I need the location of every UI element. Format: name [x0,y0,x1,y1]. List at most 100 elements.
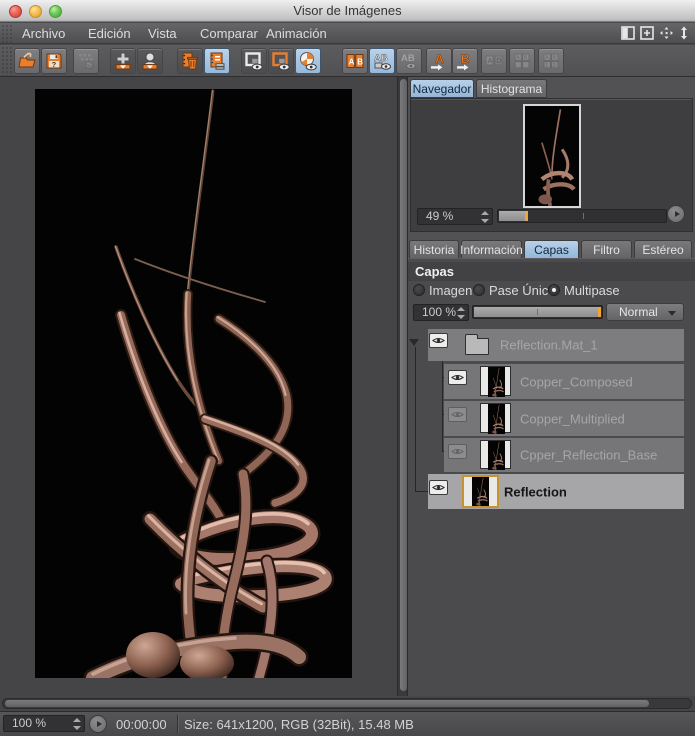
zoom-spinner[interactable] [481,211,489,223]
pie-eye-icon [300,52,317,71]
tab-historia[interactable]: Historia [409,240,459,259]
navigator-zoom-slider[interactable] [497,209,667,223]
layer-row-cpper-reflection-base[interactable]: Cpper_Reflection_Base [444,438,684,472]
layer-row-copper-multiplied[interactable]: Copper_Multiplied [444,401,684,436]
rendered-image [35,89,352,678]
opacity-spinner[interactable] [457,307,465,319]
set-as-b-button[interactable]: B [452,48,478,74]
split-view-icon[interactable] [621,26,636,40]
layer-row-reflection-selected[interactable]: Reflection [428,474,684,509]
layer-visibility-toggle[interactable] [448,370,467,385]
radio-imagen-label: Imagen [429,283,473,298]
layer-thumbnail [480,366,511,396]
blend-mode-dropdown[interactable]: Normal [606,303,684,321]
radio-pase-unico[interactable] [473,284,485,296]
titlebar: Visor de Imágenes [0,0,695,22]
set-as-a-button[interactable]: A [426,48,452,74]
statusbar: 100 % 00:00:00 Size: 641x1200, RGB (32Bi… [0,711,695,736]
svg-text:A: A [487,58,492,65]
navigator-zoom-field[interactable]: 49 % [417,208,493,225]
move-result-down-button[interactable] [110,48,136,74]
compare-ab-alt-button: AB [396,48,422,74]
layer-row-copper-composed[interactable]: Copper_Composed [444,364,684,399]
horizontal-scrollbar[interactable] [0,696,695,711]
radio-imagen[interactable] [413,284,425,296]
svg-text:?: ? [52,60,57,69]
show-frame-white-button[interactable] [241,48,267,74]
eye-icon [451,448,464,455]
scale-vertical-icon[interactable] [678,26,690,40]
numbered-ab-icon: A B 1 2 [543,53,559,69]
window-title: Visor de Imágenes [293,3,402,18]
ab-eye-icon: AB [374,53,391,70]
navigator-options-button[interactable] [667,205,685,223]
menu-vista[interactable]: Vista [148,26,177,41]
svg-text:AB: AB [374,53,388,64]
menu-comparar[interactable]: Comparar [200,26,258,41]
move-user-down-button[interactable] [137,48,163,74]
statusbar-play-button[interactable] [89,715,107,733]
layer-opacity-slider[interactable] [472,305,603,319]
cross-down-icon [115,52,131,70]
show-frame-orange-button[interactable] [268,48,294,74]
statusbar-image-info: Size: 641x1200, RGB (32Bit), 15.48 MB [184,717,414,732]
eye-icon [432,484,445,491]
radio-multipase[interactable] [548,284,560,296]
opacity-slider-handle[interactable] [598,307,601,317]
frame-eye-orange-icon [272,52,290,71]
menubar-grip[interactable] [0,23,13,43]
save-image-button[interactable]: ? [41,48,67,74]
tab-capas[interactable]: Capas [524,240,579,259]
layer-visibility-toggle[interactable] [448,444,467,459]
show-pie-button[interactable] [295,48,321,74]
horizontal-scrollbar-thumb[interactable] [5,700,649,707]
open-image-button[interactable] [14,48,40,74]
image-viewport[interactable] [0,77,397,696]
slider-handle[interactable] [525,211,528,221]
tab-navegador[interactable]: Navegador [410,79,474,98]
expand-triangle-icon[interactable] [409,339,419,346]
layers-panel: Capas Imagen Pase Único Multipase 100 % … [408,258,695,696]
vertical-scrollbar-thumb[interactable] [399,79,407,691]
compare-ab-view-button[interactable]: AB [369,48,395,74]
svg-text:2: 2 [553,63,556,69]
statusbar-zoom-spinner[interactable] [73,718,81,730]
layer-visibility-toggle[interactable] [429,480,448,495]
menu-archivo[interactable]: Archivo [22,26,65,41]
toolbar: ? x2 A B AB AB A B A D A B A B 1 2 [0,45,695,77]
move-icon[interactable] [659,26,674,40]
vertical-scrollbar[interactable] [397,77,408,696]
layer-label: Reflection.Mat_1 [500,337,598,353]
layer-manager-button[interactable] [204,48,230,74]
tab-histograma[interactable]: Histograma [476,79,547,98]
svg-text:1: 1 [545,63,548,69]
layer-visibility-toggle[interactable] [429,333,448,348]
layer-row-folder[interactable]: Reflection.Mat_1 [428,329,684,361]
folder-icon [465,334,489,355]
tab-informacion[interactable]: Información [460,240,523,259]
layer-label: Copper_Composed [520,374,633,389]
navigator-thumbnail[interactable] [523,104,581,208]
tab-filtro[interactable]: Filtro [581,240,632,259]
compare-ab-split-button[interactable]: A B [342,48,368,74]
picture-viewer-window: Visor de Imágenes Archivo Edición Vista … [0,0,695,736]
layer-opacity-field[interactable]: 100 % [413,304,469,321]
tab-estereo[interactable]: Estéreo [634,240,692,259]
menu-edicion[interactable]: Edición [88,26,131,41]
delete-from-manager-button[interactable] [177,48,203,74]
folder-open-icon [18,52,36,68]
ab-split-icon: A B [346,54,364,68]
toolbar-grip[interactable] [0,45,12,76]
add-panel-icon[interactable] [640,26,655,40]
convert-x2-button: x2 [73,48,99,74]
grid-ab-icon: A B [514,53,530,69]
layer-thumbnail-selected [462,475,499,508]
layer-visibility-toggle[interactable] [448,407,467,422]
menu-animacion[interactable]: Animación [266,26,327,41]
svg-text:B: B [461,52,470,66]
statusbar-zoom-field[interactable]: 100 % [3,715,85,732]
layer-thumbnail [480,440,511,469]
svg-text:A: A [435,52,444,66]
svg-text:AB: AB [401,53,415,64]
b-arrow-icon: B [457,52,470,71]
